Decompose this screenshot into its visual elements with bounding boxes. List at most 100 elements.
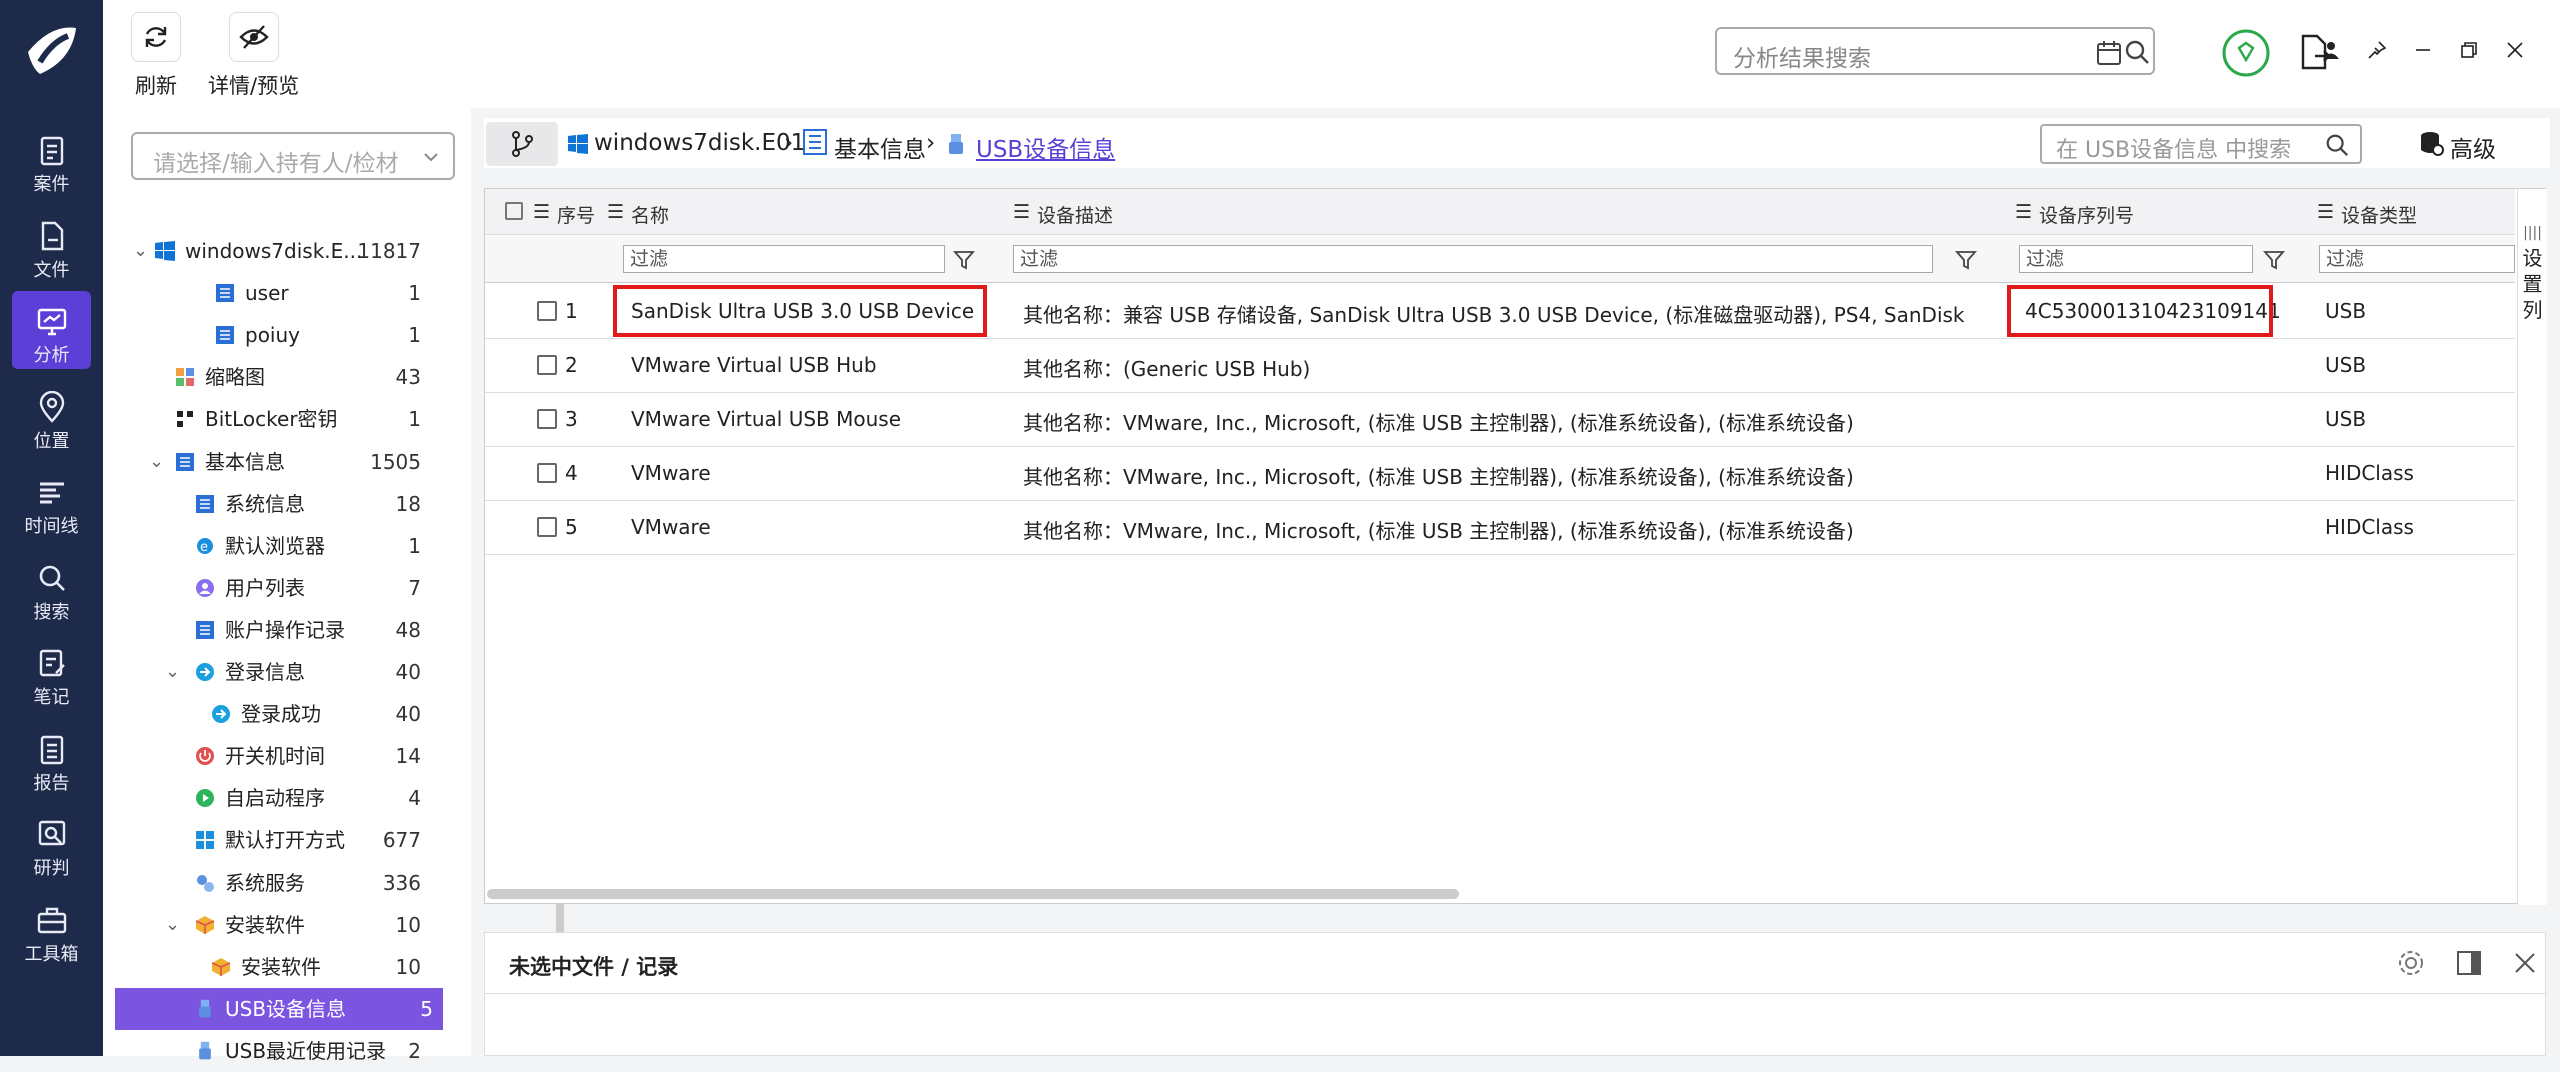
tree-item-count: 1 xyxy=(408,533,421,558)
usb-search-input[interactable]: 在 USB设备信息 中搜索 xyxy=(2040,124,2362,164)
chevron-down-icon[interactable]: ⌄ xyxy=(165,904,180,946)
result-search-input[interactable]: 分析结果搜索 xyxy=(1715,27,2155,75)
column-menu-icon[interactable]: ☰ xyxy=(1013,201,1030,223)
tree-item[interactable]: 用户列表 7 xyxy=(103,567,443,609)
row-checkbox[interactable] xyxy=(537,301,557,321)
tree-item[interactable]: 开关机时间 14 xyxy=(103,735,443,777)
restore-icon[interactable] xyxy=(2459,40,2479,60)
nav-item-label: 工具箱 xyxy=(24,943,79,965)
login-icon xyxy=(212,705,230,724)
nav-item-2[interactable]: 分析 xyxy=(12,291,91,369)
row-type: USB xyxy=(2325,407,2367,431)
filter-icon[interactable] xyxy=(1955,249,1977,271)
nav-item-9[interactable]: 工具箱 xyxy=(12,890,91,968)
tree-item[interactable]: 登录成功 40 xyxy=(103,693,443,735)
panel-layout-icon[interactable] xyxy=(2455,949,2483,977)
breadcrumb-disk[interactable]: windows7disk.E01 xyxy=(594,130,805,156)
row-checkbox[interactable] xyxy=(537,355,557,375)
nav-item-8[interactable]: 研判 xyxy=(12,804,91,882)
close-icon[interactable] xyxy=(2505,40,2525,60)
column-description[interactable]: 设备描述 xyxy=(1037,201,1113,228)
table-row[interactable]: 3 VMware Virtual USB Mouse 其他名称：VMware, In… xyxy=(485,393,2515,447)
svg-text:e: e xyxy=(200,540,208,555)
select-all-checkbox[interactable] xyxy=(505,202,523,220)
tree-item[interactable]: BitLocker密钥 1 xyxy=(103,398,443,440)
nav-item-label: 位置 xyxy=(33,430,70,452)
nav-item-1[interactable]: 文件 xyxy=(12,206,91,284)
column-menu-icon[interactable]: ☰ xyxy=(2317,201,2334,223)
nav-item-7[interactable]: 报告 xyxy=(12,719,91,797)
shield-check-icon[interactable] xyxy=(2221,28,2271,78)
tree-item[interactable]: poiuy 1 xyxy=(103,314,443,356)
serial-filter-input[interactable]: 过滤 xyxy=(2019,245,2253,273)
tree-item[interactable]: 账户操作记录 48 xyxy=(103,609,443,651)
tree-item[interactable]: USB设备信息 5 xyxy=(115,987,443,1030)
chevron-down-icon[interactable]: ⌄ xyxy=(149,441,164,483)
search-icon[interactable] xyxy=(2123,38,2151,66)
calendar-icon[interactable] xyxy=(2095,39,2123,67)
column-settings-tab[interactable]: |||| 设置列 xyxy=(2517,189,2547,905)
column-serial[interactable]: 设备序列号 xyxy=(2039,201,2134,228)
column-menu-icon[interactable]: ☰ xyxy=(607,201,624,223)
tree-item-count: 1 xyxy=(408,323,421,348)
row-checkbox[interactable] xyxy=(537,463,557,483)
description-filter-input[interactable]: 过滤 xyxy=(1013,245,1933,273)
table-row[interactable]: 4 VMware 其他名称：VMware, Inc., Microsoft, (标准… xyxy=(485,447,2515,501)
nav-item-3[interactable]: 位置 xyxy=(12,377,91,455)
table-row[interactable]: 2 VMware Virtual USB Hub 其他名称：(Generic USB… xyxy=(485,339,2515,393)
gear-icon[interactable] xyxy=(2397,949,2425,977)
tree-item[interactable]: e 默认浏览器 1 xyxy=(103,525,443,567)
filter-icon[interactable] xyxy=(953,249,975,271)
breadcrumb-usb-devices[interactable]: USB设备信息 xyxy=(976,130,1115,164)
chevron-down-icon[interactable]: ⌄ xyxy=(165,651,180,693)
monitor-icon xyxy=(37,308,66,336)
holder-select-combo[interactable]: 请选择/输入持有人/检材 xyxy=(131,132,455,180)
minimize-icon[interactable] xyxy=(2413,40,2433,60)
chevron-down-icon[interactable]: ⌄ xyxy=(133,230,148,272)
refresh-button[interactable]: 刷新 xyxy=(131,12,181,100)
nav-item-5[interactable]: 搜索 xyxy=(12,548,91,626)
filter-icon[interactable] xyxy=(2263,249,2285,271)
tree-item[interactable]: ⌄ 安装软件 10 xyxy=(103,904,443,946)
row-checkbox[interactable] xyxy=(537,409,557,429)
details-preview-button[interactable]: 详情/预览 xyxy=(208,12,299,100)
nav-item-6[interactable]: 笔记 xyxy=(12,633,91,711)
detail-panel: 未选中文件 / 记录 xyxy=(484,932,2547,1056)
tree-item[interactable]: ⌄ windows7disk.E... 11817 xyxy=(103,230,443,272)
branch-toggle-button[interactable] xyxy=(486,122,558,166)
table-row[interactable]: 5 VMware 其他名称：VMware, Inc., Microsoft, (标准… xyxy=(485,501,2515,555)
column-type[interactable]: 设备类型 xyxy=(2341,201,2417,228)
tree-item-label: 开关机时间 xyxy=(225,744,325,769)
highlight-serial-box xyxy=(2007,285,2273,337)
table-horizontal-scrollbar[interactable] xyxy=(487,889,1459,899)
column-name[interactable]: 名称 xyxy=(631,201,669,228)
tree-item[interactable]: user 1 xyxy=(103,272,443,314)
pin-icon[interactable] xyxy=(2367,40,2387,60)
type-filter-input[interactable]: 过滤 xyxy=(2319,245,2515,273)
user-icon[interactable] xyxy=(2321,40,2341,60)
tree-item[interactable]: ⌄ 基本信息 1505 xyxy=(103,441,443,483)
nav-item-label: 分析 xyxy=(33,345,70,366)
grip-icon: |||| xyxy=(2523,225,2542,241)
advanced-button[interactable]: 高级 xyxy=(2450,130,2496,164)
row-checkbox[interactable] xyxy=(537,517,557,537)
search-icon[interactable] xyxy=(2324,132,2350,158)
tree-item[interactable]: 自启动程序 4 xyxy=(103,777,443,819)
breadcrumb-basic-info[interactable]: 基本信息 xyxy=(834,130,926,164)
tree-item[interactable]: 系统信息 18 xyxy=(103,483,443,525)
name-filter-input[interactable]: 过滤 xyxy=(623,245,945,273)
tree-item[interactable]: 系统服务 336 xyxy=(103,862,443,904)
row-index: 1 xyxy=(565,299,578,323)
nav-item-4[interactable]: 时间线 xyxy=(12,462,91,540)
nav-item-0[interactable]: 案件 xyxy=(12,120,91,198)
column-menu-icon[interactable]: ☰ xyxy=(2015,201,2032,223)
advanced-search-icon xyxy=(2421,132,2444,156)
tree-item[interactable]: 缩略图 43 xyxy=(103,356,443,398)
tree-item[interactable]: USB最近使用记录 2 xyxy=(103,1030,443,1072)
column-menu-icon[interactable]: ☰ xyxy=(533,201,550,223)
column-index[interactable]: 序号 xyxy=(557,201,595,228)
tree-item[interactable]: 默认打开方式 677 xyxy=(103,819,443,861)
tree-item[interactable]: ⌄ 登录信息 40 xyxy=(103,651,443,693)
close-icon[interactable] xyxy=(2513,951,2537,975)
tree-item[interactable]: 安装软件 10 xyxy=(103,946,443,988)
